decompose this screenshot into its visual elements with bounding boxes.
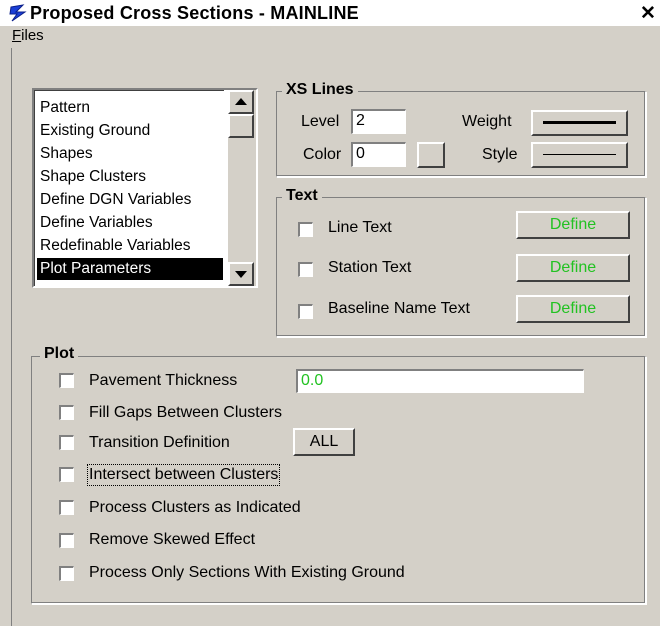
process-clusters-label: Process Clusters as Indicated [89,499,301,516]
scroll-up-button[interactable] [228,90,254,114]
list-item-redefinable-variables[interactable]: Redefinable Variables [37,235,223,257]
color-label: Color [303,146,342,163]
line-text-label: Line Text [328,219,392,236]
station-text-define-button[interactable]: Define [516,254,630,282]
menu-files[interactable]: Files [12,27,44,44]
window-title: Proposed Cross Sections - MAINLINE [30,3,359,23]
remove-skewed-effect-label: Remove Skewed Effect [89,531,256,548]
pavement-thickness-checkbox[interactable] [59,373,74,388]
list-scrollbar[interactable] [228,90,256,286]
text-group-title: Text [282,187,322,205]
color-picker-button[interactable] [417,142,445,168]
scroll-thumb[interactable] [228,114,254,138]
line-text-define-button[interactable]: Define [516,211,630,239]
list-item-shapes[interactable]: Shapes [37,143,223,165]
weight-label: Weight [462,113,512,130]
close-icon[interactable]: ✕ [640,2,656,25]
level-label: Level [301,113,340,130]
menu-files-rest: iles [21,27,44,44]
transition-definition-label: Transition Definition [89,434,230,451]
transition-all-button[interactable]: ALL [293,428,355,456]
station-text-checkbox[interactable] [298,262,313,277]
line-text-checkbox[interactable] [298,222,313,237]
baseline-name-text-checkbox[interactable] [298,304,313,319]
list-item-existing-ground[interactable]: Existing Ground [37,120,223,142]
station-text-label: Station Text [328,259,412,276]
list-item-plot-parameters[interactable]: Plot Parameters [37,258,223,280]
color-field[interactable]: 0 [351,142,406,167]
menu-files-mnemonic: F [12,27,22,44]
process-only-sections-checkbox[interactable] [59,566,74,581]
fill-gaps-label: Fill Gaps Between Clusters [89,404,282,421]
fill-gaps-checkbox[interactable] [59,405,74,420]
weight-button[interactable] [531,110,628,136]
plot-group-title: Plot [40,345,79,363]
process-clusters-checkbox[interactable] [59,500,74,515]
style-label: Style [482,146,518,163]
pavement-thickness-field[interactable]: 0.0 [296,369,584,393]
remove-skewed-effect-checkbox[interactable] [59,533,74,548]
style-button[interactable] [531,142,628,168]
list-item-define-variables[interactable]: Define Variables [37,212,223,234]
title-bar: Proposed Cross Sections - MAINLINE ✕ [0,0,660,26]
style-line-sample [543,154,616,155]
scroll-down-button[interactable] [228,262,254,286]
xs-lines-title: XS Lines [282,81,358,99]
transition-definition-checkbox[interactable] [59,435,74,450]
weight-line-sample [543,121,616,124]
intersect-between-clusters-label: Intersect between Clusters [86,464,281,486]
list-item-shape-clusters[interactable]: Shape Clusters [37,166,223,188]
arrow-up-icon [235,98,247,105]
arrow-down-icon [235,271,247,278]
pavement-thickness-label: Pavement Thickness [89,372,238,389]
baseline-name-text-define-button[interactable]: Define [516,295,630,323]
list-item-pattern[interactable]: Pattern [37,97,223,119]
level-field[interactable]: 2 [351,109,406,134]
intersect-between-clusters-checkbox[interactable] [59,467,74,482]
window-left-edge [11,48,12,626]
baseline-name-text-label: Baseline Name Text [328,300,470,317]
menu-bar: Files [0,26,660,46]
listbox-items: Pattern Existing Ground Shapes Shape Clu… [34,90,224,286]
process-only-sections-label: Process Only Sections With Existing Grou… [89,564,405,581]
list-item-define-dgn-variables[interactable]: Define DGN Variables [37,189,223,211]
category-listbox[interactable]: Pattern Existing Ground Shapes Shape Clu… [32,88,258,288]
app-icon [9,4,27,22]
